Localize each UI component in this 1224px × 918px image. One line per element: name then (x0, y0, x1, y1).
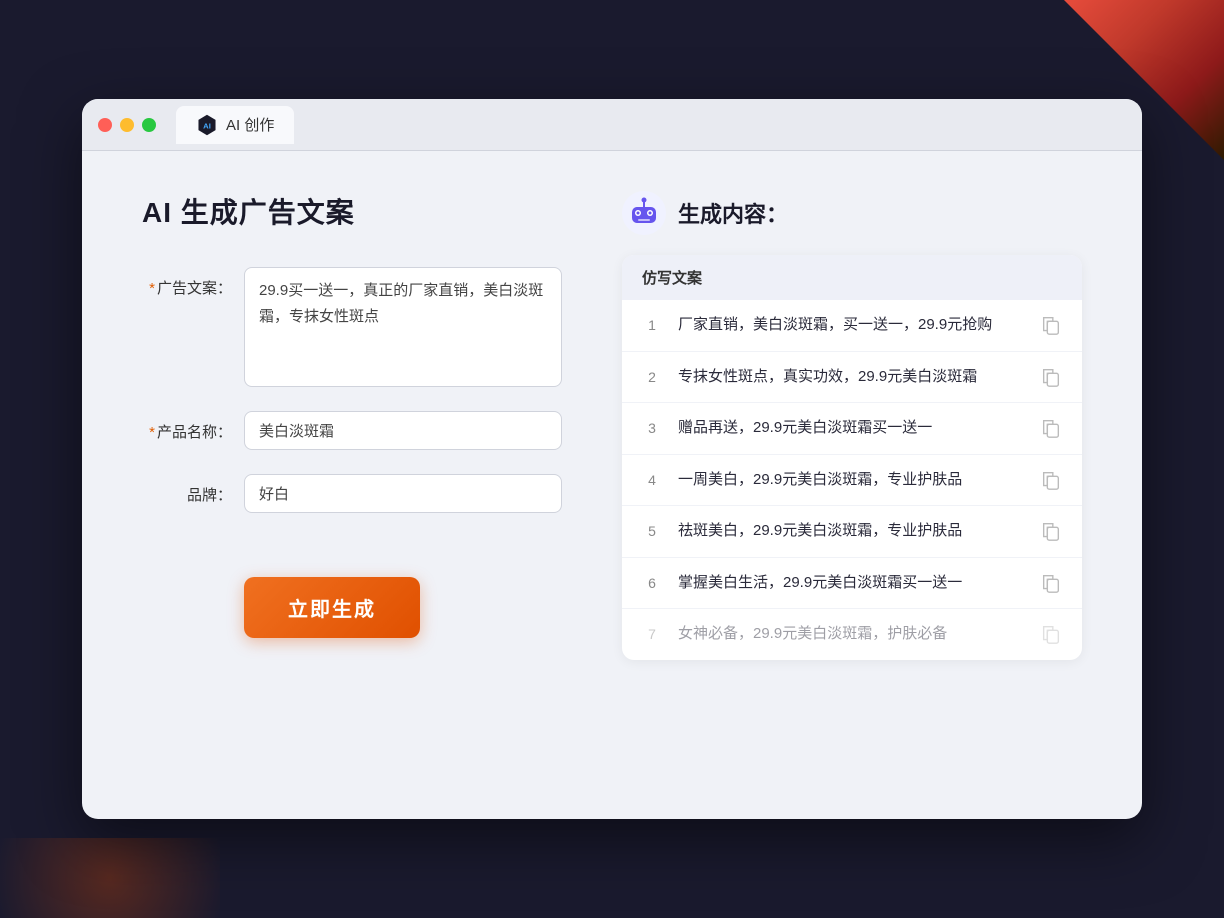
result-text: 厂家直销，美白淡斑霜，买一送一，29.9元抢购 (678, 314, 1024, 337)
brand-group: 品牌： (142, 474, 562, 513)
ad-copy-label: *广告文案： (142, 267, 232, 298)
result-row: 5 祛斑美白，29.9元美白淡斑霜，专业护肤品 (622, 506, 1082, 558)
brand-label: 品牌： (142, 474, 232, 505)
browser-window: AI AI 创作 AI 生成广告文案 *广告文案： *产品名称： (82, 99, 1142, 819)
ai-logo-icon: AI (196, 114, 218, 136)
result-number: 4 (642, 472, 662, 488)
main-content: AI 生成广告文案 *广告文案： *产品名称： 品牌： 立 (82, 151, 1142, 801)
traffic-lights (98, 118, 156, 132)
copy-icon[interactable] (1040, 520, 1062, 542)
maximize-button[interactable] (142, 118, 156, 132)
copy-icon[interactable] (1040, 417, 1062, 439)
results-list: 1 厂家直销，美白淡斑霜，买一送一，29.9元抢购 2 专抹女性斑点，真实功效，29… (622, 300, 1082, 660)
results-title: 生成内容： (678, 197, 788, 229)
result-row: 4 一周美白，29.9元美白淡斑霜，专业护肤品 (622, 455, 1082, 507)
title-bar: AI AI 创作 (82, 99, 1142, 151)
left-panel: AI 生成广告文案 *广告文案： *产品名称： 品牌： 立 (142, 191, 562, 761)
required-star-1: * (149, 280, 155, 297)
results-column-header: 仿写文案 (622, 255, 1082, 300)
result-text: 一周美白，29.9元美白淡斑霜，专业护肤品 (678, 469, 1024, 492)
result-text: 赠品再送，29.9元美白淡斑霜买一送一 (678, 417, 1024, 440)
result-text: 专抹女性斑点，真实功效，29.9元美白淡斑霜 (678, 366, 1024, 389)
close-button[interactable] (98, 118, 112, 132)
page-title: AI 生成广告文案 (142, 191, 562, 231)
result-number: 6 (642, 575, 662, 591)
results-header-section: 生成内容： (622, 191, 1082, 235)
ad-copy-group: *广告文案： (142, 267, 562, 387)
required-star-2: * (149, 424, 155, 441)
product-name-label: *产品名称： (142, 411, 232, 442)
result-row: 6 掌握美白生活，29.9元美白淡斑霜买一送一 (622, 558, 1082, 610)
minimize-button[interactable] (120, 118, 134, 132)
result-number: 7 (642, 626, 662, 642)
result-row: 3 赠品再送，29.9元美白淡斑霜买一送一 (622, 403, 1082, 455)
ad-copy-textarea[interactable] (244, 267, 562, 387)
product-name-group: *产品名称： (142, 411, 562, 450)
result-text: 祛斑美白，29.9元美白淡斑霜，专业护肤品 (678, 520, 1024, 543)
copy-icon[interactable] (1040, 469, 1062, 491)
copy-icon[interactable] (1040, 314, 1062, 336)
result-text: 掌握美白生活，29.9元美白淡斑霜买一送一 (678, 572, 1024, 595)
copy-icon[interactable] (1040, 572, 1062, 594)
copy-icon[interactable] (1040, 366, 1062, 388)
result-number: 5 (642, 523, 662, 539)
robot-icon (622, 191, 666, 235)
tab-label: AI 创作 (226, 114, 274, 135)
right-panel: 生成内容： 仿写文案 1 厂家直销，美白淡斑霜，买一送一，29.9元抢购 2 专抹女… (622, 191, 1082, 761)
bg-decoration-bottom-left (0, 838, 220, 918)
svg-text:AI: AI (203, 121, 211, 130)
result-text: 女神必备，29.9元美白淡斑霜，护肤必备 (678, 623, 1024, 646)
generate-button[interactable]: 立即生成 (244, 577, 420, 638)
results-container: 仿写文案 1 厂家直销，美白淡斑霜，买一送一，29.9元抢购 2 专抹女性斑点，真实… (622, 255, 1082, 660)
result-number: 2 (642, 369, 662, 385)
product-name-input[interactable] (244, 411, 562, 450)
ai-tab[interactable]: AI AI 创作 (176, 106, 294, 144)
result-row: 2 专抹女性斑点，真实功效，29.9元美白淡斑霜 (622, 352, 1082, 404)
brand-input[interactable] (244, 474, 562, 513)
result-row: 1 厂家直销，美白淡斑霜，买一送一，29.9元抢购 (622, 300, 1082, 352)
result-number: 1 (642, 317, 662, 333)
copy-icon[interactable] (1040, 623, 1062, 645)
result-number: 3 (642, 420, 662, 436)
result-row: 7 女神必备，29.9元美白淡斑霜，护肤必备 (622, 609, 1082, 660)
